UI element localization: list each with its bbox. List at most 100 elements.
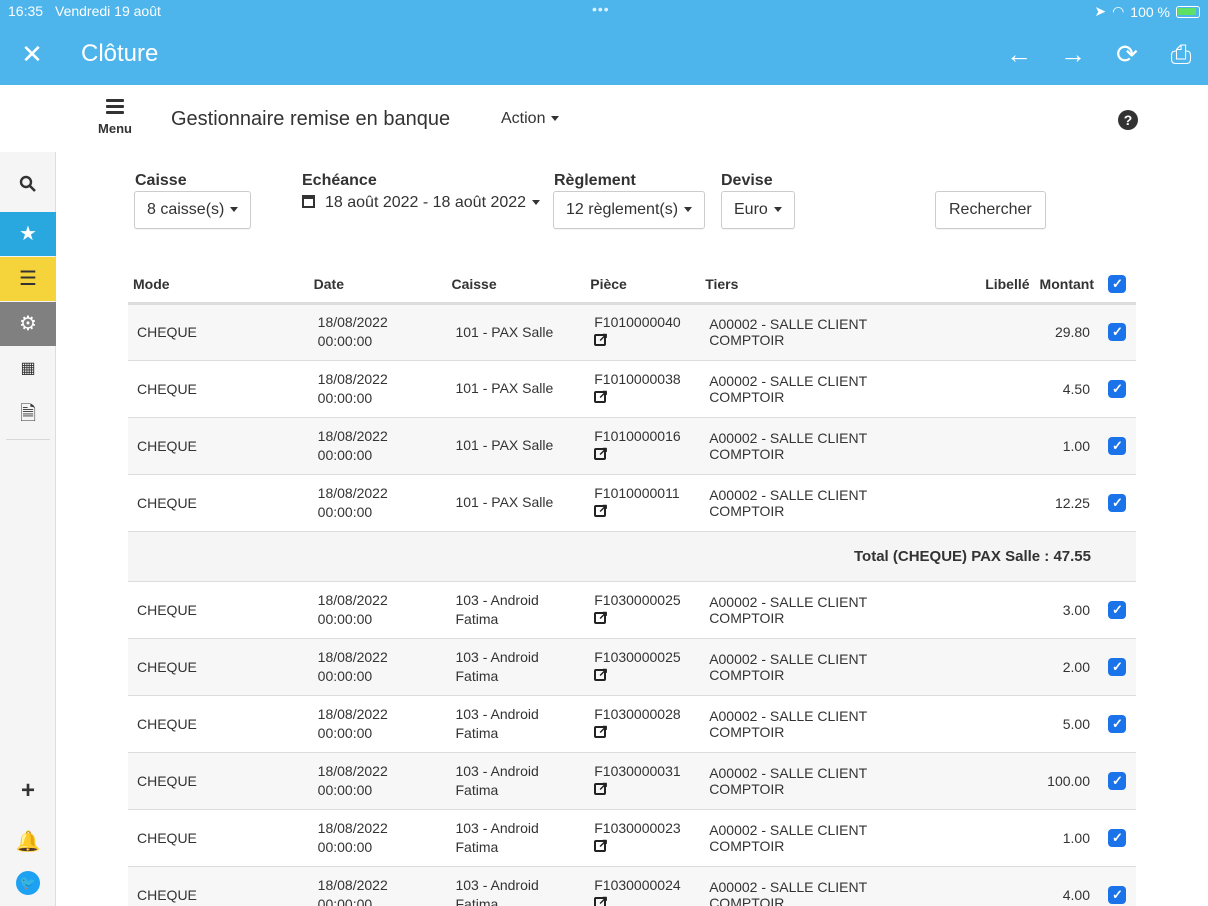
col-mode[interactable]: Mode — [128, 267, 309, 305]
table-row[interactable]: CHEQUE 18/08/2022 00:00:00 103 - Android F… — [128, 866, 1136, 906]
table-row[interactable]: CHEQUE 18/08/2022 00:00:00 101 - PAX Sall… — [128, 417, 1136, 475]
cell-date-day: 18/08/2022 — [317, 484, 388, 501]
cell-date-time: 00:00:00 — [317, 895, 373, 906]
row-checkbox[interactable]: ✓ — [1108, 657, 1127, 676]
col-date[interactable]: Date — [308, 267, 447, 305]
cell-select: ✓ — [1098, 866, 1136, 906]
reglement-dropdown[interactable]: 12 règlement(s) — [553, 191, 706, 229]
multitask-dots-icon[interactable]: ••• — [592, 1, 610, 17]
apps-grid-icon[interactable]: ▦ — [0, 347, 56, 391]
echeance-daterange[interactable]: 18 août 2022 - 18 août 2022 — [302, 194, 541, 212]
cell-select: ✓ — [1098, 581, 1136, 639]
row-checkbox[interactable]: ✓ — [1108, 379, 1127, 398]
col-tiers[interactable]: Tiers — [700, 267, 940, 305]
main-content: Caisse 8 caisse(s) Echéance 18 août 2022… — [56, 152, 1208, 906]
location-icon: ➤ — [1094, 3, 1107, 19]
cell-date: 18/08/2022 00:00:00 — [308, 695, 447, 753]
row-checkbox[interactable]: ✓ — [1108, 885, 1127, 904]
cell-caisse-line2: Fatima — [455, 610, 499, 627]
external-link-icon[interactable] — [594, 328, 608, 347]
back-arrow-icon[interactable]: ← — [992, 38, 1046, 70]
table-row[interactable]: CHEQUE 18/08/2022 00:00:00 103 - Android F… — [128, 752, 1136, 810]
external-link-icon[interactable] — [594, 385, 608, 404]
external-link-icon[interactable] — [594, 663, 608, 682]
cell-date-day: 18/08/2022 — [317, 427, 388, 444]
menu-button[interactable]: Menu — [95, 99, 135, 138]
settings-gear-icon[interactable]: ⚙ — [0, 302, 56, 346]
document-icon[interactable]: 🗎 — [0, 392, 56, 436]
table-row[interactable]: CHEQUE 18/08/2022 00:00:00 101 - PAX Sall… — [128, 474, 1136, 532]
caret-down-icon — [532, 200, 541, 206]
add-icon[interactable]: + — [0, 769, 56, 813]
table-row[interactable]: CHEQUE 18/08/2022 00:00:00 101 - PAX Sall… — [128, 360, 1136, 418]
reglement-value: 12 règlement(s) — [566, 201, 679, 218]
cell-montant: 100.00 — [1034, 752, 1099, 810]
col-caisse[interactable]: Caisse — [446, 267, 586, 305]
cell-date: 18/08/2022 00:00:00 — [308, 638, 447, 696]
row-checkbox[interactable]: ✓ — [1108, 600, 1127, 619]
favorites-star-icon[interactable]: ★ — [0, 212, 56, 256]
col-piece[interactable]: Pièce — [585, 267, 701, 305]
external-link-icon[interactable] — [594, 777, 608, 796]
row-checkbox[interactable]: ✓ — [1108, 323, 1127, 341]
external-link-icon[interactable] — [594, 606, 608, 625]
cell-select: ✓ — [1098, 303, 1136, 361]
caisse-dropdown[interactable]: 8 caisse(s) — [134, 191, 252, 229]
table-row[interactable]: CHEQUE 18/08/2022 00:00:00 103 - Android F… — [128, 581, 1136, 639]
battery-icon — [1176, 5, 1200, 18]
cell-caisse-line1: 103 - Android — [455, 876, 539, 893]
table-row[interactable]: CHEQUE 18/08/2022 00:00:00 103 - Android F… — [128, 638, 1136, 696]
cell-mode: CHEQUE — [128, 417, 309, 475]
external-link-icon[interactable] — [594, 720, 608, 739]
cell-libelle — [939, 866, 1035, 906]
subtotal-row: Total (CHEQUE) PAX Salle : 47.55 — [128, 531, 1136, 582]
help-icon[interactable]: ? — [1118, 110, 1138, 130]
cell-tiers: A00002 - SALLE CLIENT COMPTOIR — [700, 303, 940, 361]
cell-date-time: 00:00:00 — [317, 724, 373, 741]
twitter-icon[interactable]: 🐦 — [0, 860, 56, 904]
app-topbar: 16:35 Vendredi 19 août ••• ➤ ◠ 100 % ✕ C… — [0, 0, 1208, 85]
search-button[interactable]: Rechercher — [935, 191, 1046, 229]
search-icon[interactable] — [0, 161, 56, 205]
table-row[interactable]: CHEQUE 18/08/2022 00:00:00 103 - Android F… — [128, 809, 1136, 867]
table-row[interactable]: CHEQUE 18/08/2022 00:00:00 101 - PAX Sall… — [128, 303, 1136, 361]
row-checkbox[interactable]: ✓ — [1108, 493, 1127, 512]
external-link-icon[interactable] — [594, 834, 608, 853]
cell-caisse: 101 - PAX Salle — [446, 360, 586, 418]
select-all-checkbox[interactable]: ✓ — [1108, 275, 1127, 294]
cell-mode: CHEQUE — [128, 809, 309, 867]
table-row[interactable]: CHEQUE 18/08/2022 00:00:00 103 - Android F… — [128, 695, 1136, 753]
close-icon[interactable]: ✕ — [20, 40, 44, 68]
action-dropdown[interactable]: Action — [501, 110, 560, 128]
refresh-icon[interactable]: ⟳ — [1100, 38, 1154, 70]
cell-piece: F1030000023 — [585, 809, 701, 867]
cell-caisse-line1: 103 - Android — [455, 591, 539, 608]
cell-caisse: 103 - Android Fatima — [446, 695, 586, 753]
cell-date: 18/08/2022 00:00:00 — [308, 303, 447, 361]
external-link-icon[interactable] — [594, 499, 608, 518]
print-icon[interactable]: ⎙ — [1154, 38, 1208, 70]
external-link-icon[interactable] — [594, 442, 608, 461]
cell-caisse: 101 - PAX Salle — [446, 417, 586, 475]
bell-icon[interactable]: 🔔 — [0, 820, 56, 864]
cell-date-time: 00:00:00 — [317, 781, 373, 798]
forward-arrow-icon[interactable]: → — [1046, 38, 1100, 70]
action-label: Action — [501, 110, 546, 127]
cell-montant: 5.00 — [1034, 695, 1099, 753]
devise-dropdown[interactable]: Euro — [721, 191, 795, 229]
row-checkbox[interactable]: ✓ — [1108, 771, 1127, 790]
external-link-icon[interactable] — [594, 891, 608, 906]
row-checkbox[interactable]: ✓ — [1108, 714, 1127, 733]
col-montant[interactable]: Montant — [1034, 267, 1099, 305]
cell-piece: F1030000028 — [585, 695, 701, 753]
cell-tiers: A00002 - SALLE CLIENT COMPTOIR — [700, 417, 940, 475]
row-checkbox[interactable]: ✓ — [1108, 828, 1127, 847]
row-checkbox[interactable]: ✓ — [1108, 436, 1127, 455]
cell-mode: CHEQUE — [128, 695, 309, 753]
list-menu-icon[interactable]: ☰ — [0, 257, 56, 301]
cell-tiers: A00002 - SALLE CLIENT COMPTOIR — [700, 581, 940, 639]
cell-caisse-line1: 101 - PAX Salle — [455, 494, 554, 510]
col-libelle[interactable]: Libellé — [939, 267, 1035, 305]
status-date: Vendredi 19 août — [55, 3, 161, 19]
status-bar: 16:35 Vendredi 19 août ••• ➤ ◠ 100 % — [0, 0, 1208, 22]
